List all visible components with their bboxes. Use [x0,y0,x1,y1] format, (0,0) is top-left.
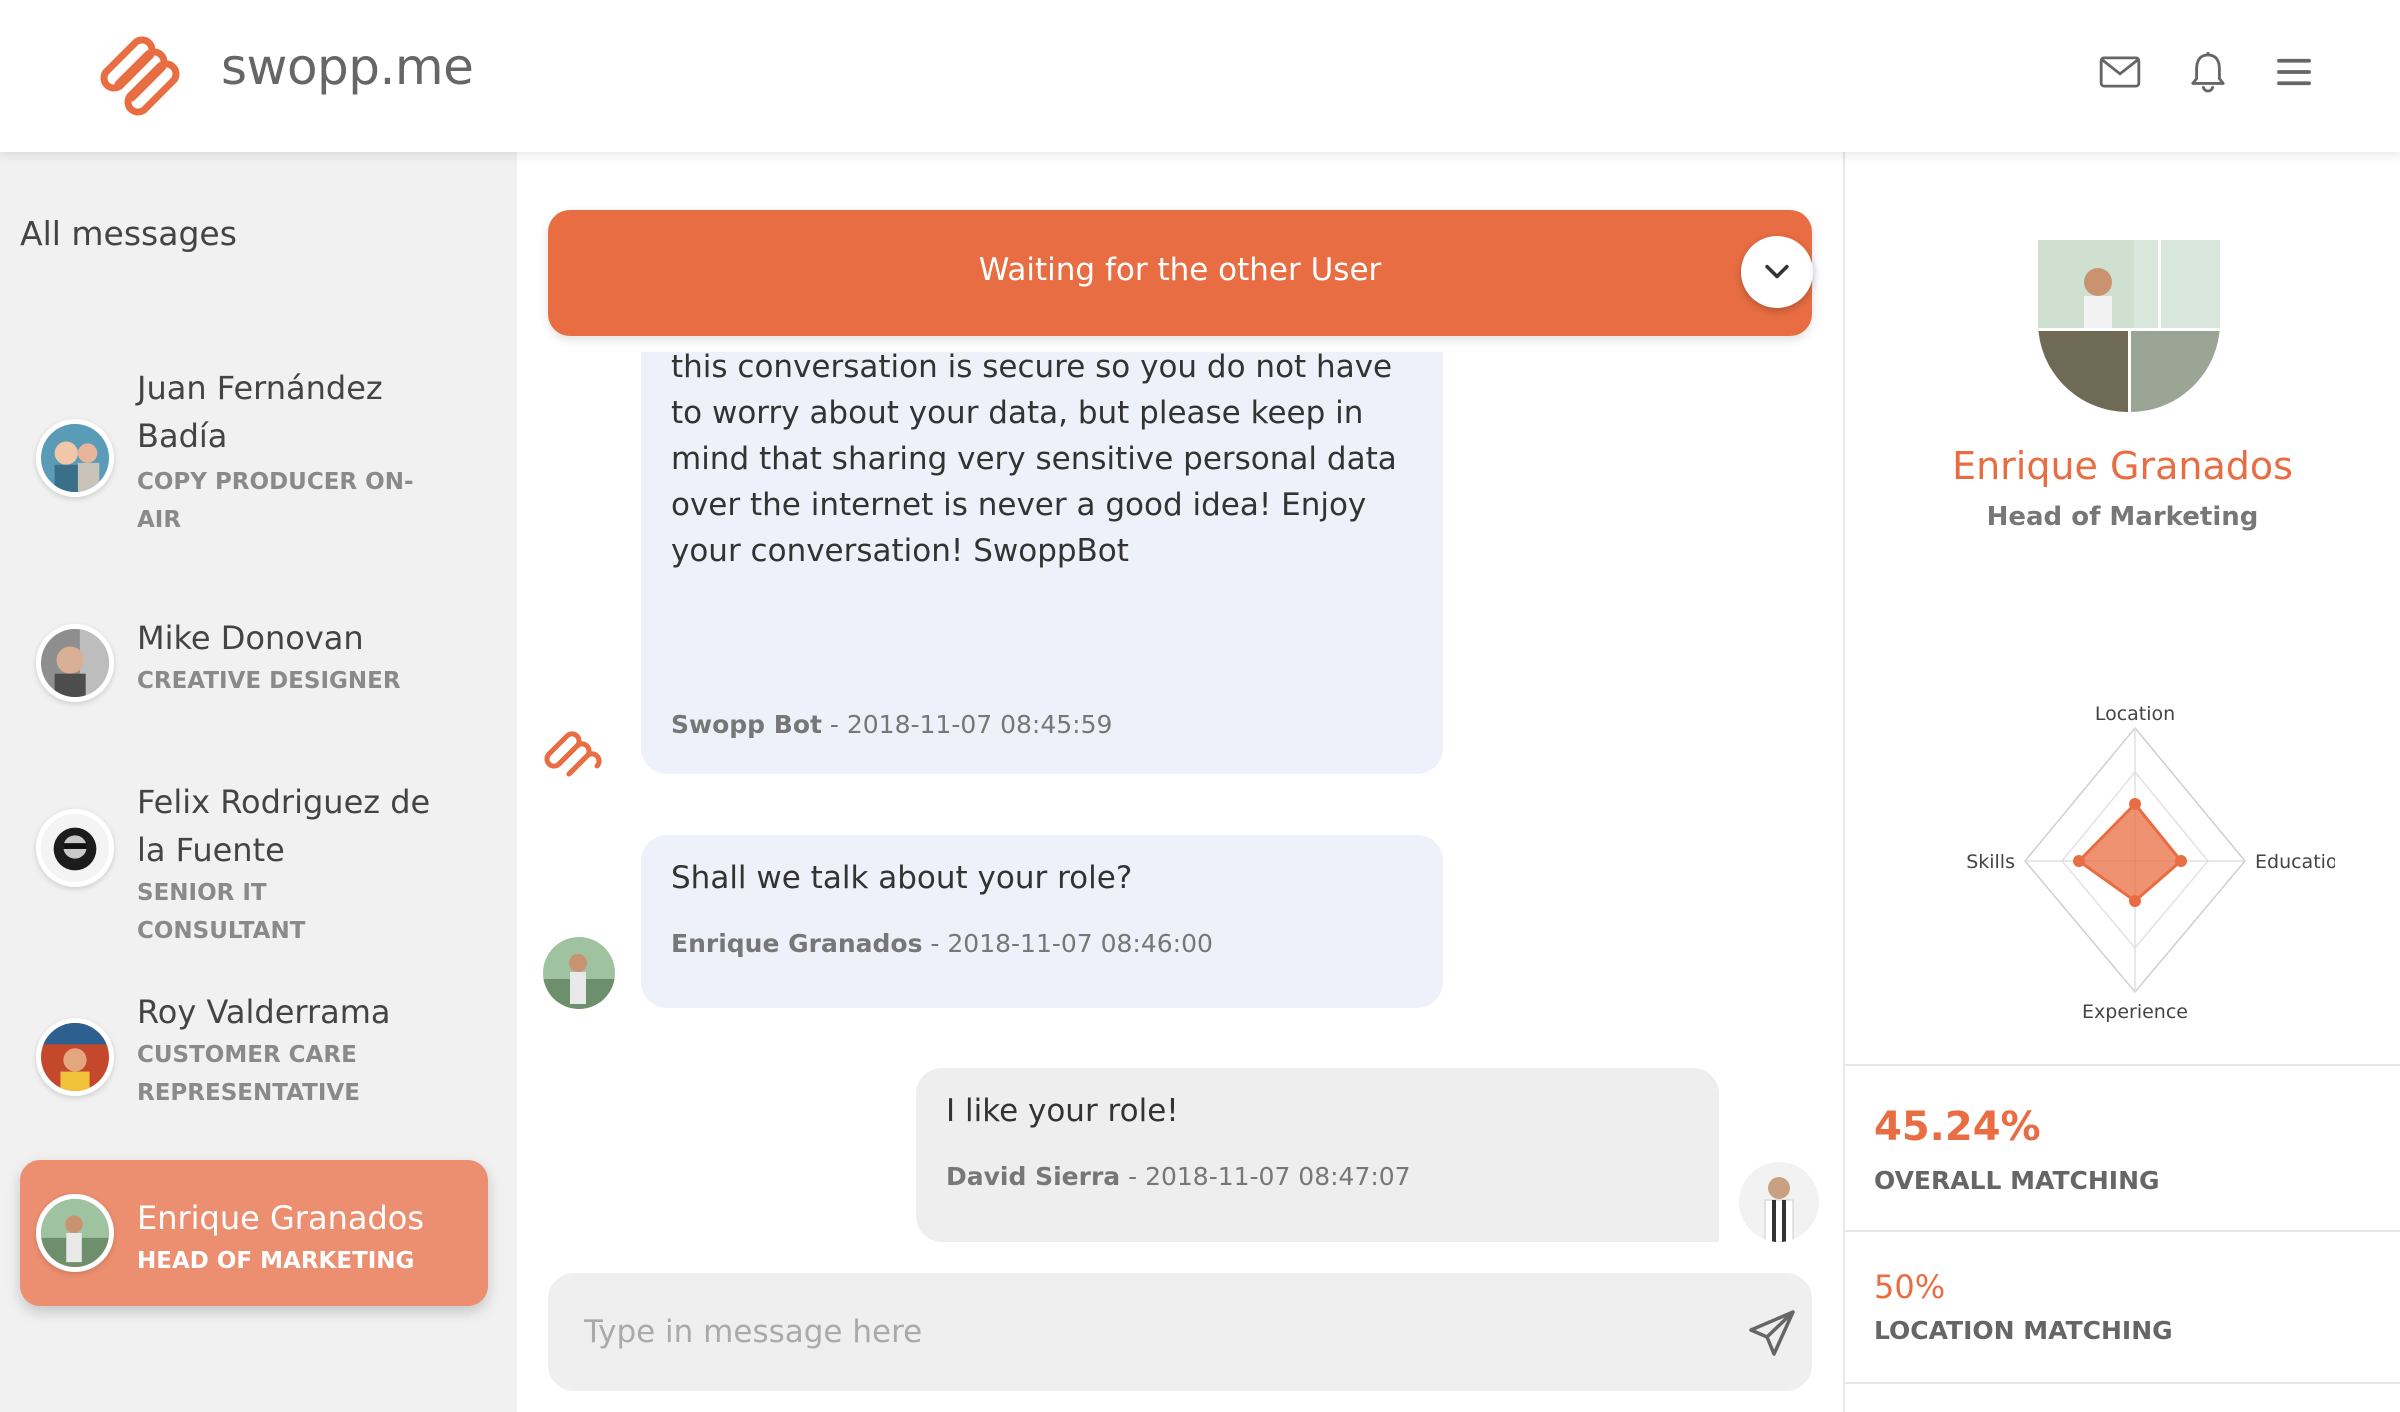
radar-point-location [2129,798,2141,810]
profile-name: Enrique Granados [1952,444,2293,488]
contact-item-enrique[interactable]: Enrique Granados HEAD OF MARKETING [20,1160,488,1306]
contact-item-roy[interactable]: Roy Valderrama CUSTOMER CARE REPRESENTAT… [20,988,488,1138]
waiting-banner: Waiting for the other User [548,210,1813,336]
swoppbot-avatar-icon [539,710,611,782]
mail-icon[interactable] [2094,46,2146,98]
message-input[interactable] [584,1303,1684,1361]
radar-point-experience [2129,895,2141,907]
stat-label: OVERALL MATCHING [1874,1166,2160,1195]
message-author: Enrique Granados [671,929,923,958]
profile-avatar [2038,240,2220,412]
contact-name: Felix Rodriguez de la Fuente [137,783,431,869]
radar-label-education: Education [2255,851,2335,873]
radar-point-education [2175,855,2187,867]
matching-radar-chart: Location Education Experience Skills [1966,703,2335,1023]
message-meta: Enrique Granados - 2018-11-07 08:46:00 [671,929,1213,958]
message-time: - 2018-11-07 08:46:00 [930,929,1213,958]
chevron-down-icon [1765,264,1789,279]
chat-panel: about more details. Please, do not be sh… [517,152,1843,1412]
send-icon [1749,1310,1795,1356]
avatar [543,937,615,1009]
message-composer [548,1273,1812,1391]
send-button[interactable] [1744,1305,1800,1361]
contact-role: CREATIVE DESIGNER [137,668,401,694]
profile-role: Head of Marketing [1986,502,2259,532]
overall-matching-stat: 45.24% OVERALL MATCHING [1845,1064,2400,1230]
app-header: swopp.me [0,0,2400,152]
banner-text: Waiting for the other User [978,252,1382,288]
contact-item-felix[interactable]: Felix Rodriguez de la Fuente SENIOR IT C… [20,778,488,944]
avatar [36,809,114,887]
stat-value: 45.24% [1874,1104,2041,1150]
sidebar-title: All messages [20,214,237,253]
message-time: - 2018-11-07 08:47:07 [1128,1162,1411,1191]
message-meta: Swopp Bot - 2018-11-07 08:45:59 [671,710,1112,739]
contact-role: CUSTOMER CARE REPRESENTATIVE [137,1042,360,1106]
swopp-logo-icon[interactable] [96,26,182,118]
location-matching-stat: 50% LOCATION MATCHING [1845,1230,2400,1382]
stat-value: 50% [1874,1268,1946,1306]
radar-label-skills: Skills [1966,851,2015,873]
contact-name: Roy Valderrama [137,993,391,1031]
message-bubble: I like your role! David Sierra - 2018-11… [916,1068,1719,1242]
contact-name: Enrique Granados [137,1199,425,1237]
avatar [36,1194,114,1272]
profile-panel: Enrique Granados Head of Marketing Locat… [1843,152,2400,1412]
message-bubble: Shall we talk about your role? Enrique G… [641,835,1443,1008]
message-time: - 2018-11-07 08:45:59 [829,710,1113,739]
menu-icon[interactable] [2268,46,2320,98]
message-text: I like your role! [946,1093,1179,1129]
conversation-sidebar: All messages Juan Fernández Badía COPY P… [0,152,517,1412]
collapse-button[interactable] [1741,236,1813,308]
contact-item-juan[interactable]: Juan Fernández Badía COPY PRODUCER ON-AI… [20,364,488,554]
contact-name: Juan Fernández Badía [137,369,383,455]
message-text: Shall we talk about your role? [671,860,1133,896]
stat-divider [1845,1382,2400,1412]
radar-label-location: Location [2095,703,2175,725]
radar-label-experience: Experience [2082,1001,2188,1023]
contact-role: HEAD OF MARKETING [137,1248,415,1274]
avatar [36,624,114,702]
message-text: about more details. Please, do not be sh… [671,352,1397,569]
message-author: Swopp Bot [671,710,822,739]
message-meta: David Sierra - 2018-11-07 08:47:07 [946,1162,1411,1191]
message-author: David Sierra [946,1162,1121,1191]
radar-point-skills [2073,855,2085,867]
avatar [36,1018,114,1096]
contact-role: COPY PRODUCER ON-AIR [137,469,414,533]
avatar [1739,1162,1819,1242]
contact-item-mike[interactable]: Mike Donovan CREATIVE DESIGNER [20,614,488,724]
bell-icon[interactable] [2182,46,2234,98]
brand-name[interactable]: swopp.me [221,38,474,96]
avatar [36,419,114,497]
stat-label: LOCATION MATCHING [1874,1316,2173,1345]
contact-role: SENIOR IT CONSULTANT [137,880,306,944]
radar-area [2076,801,2184,903]
message-bubble: about more details. Please, do not be sh… [641,352,1443,774]
contact-name: Mike Donovan [137,619,364,657]
